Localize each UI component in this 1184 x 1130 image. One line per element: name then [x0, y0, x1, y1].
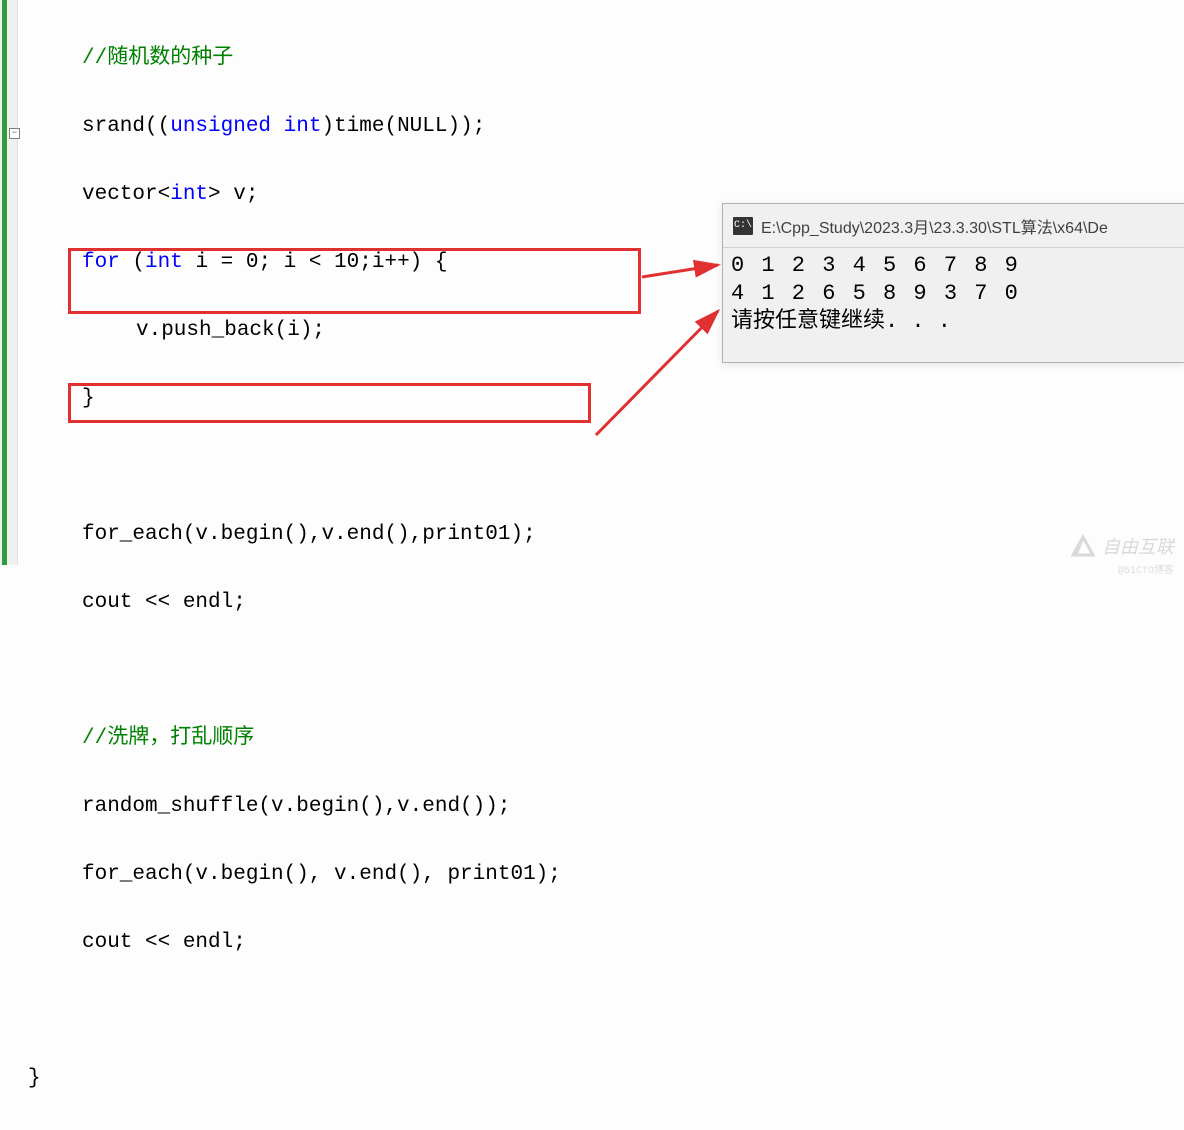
change-marker-bar — [2, 0, 7, 565]
code-editor-content[interactable]: //随机数的种子 srand((unsigned int)time(NULL))… — [28, 8, 561, 1130]
code-line: cout << endl; — [28, 926, 561, 960]
code-line: random_shuffle(v.begin(),v.end()); — [28, 790, 561, 824]
code-line: vector<int> v; — [28, 178, 561, 212]
watermark-subtext: @51CTO博客 — [1118, 561, 1174, 577]
code-line: } — [28, 1062, 561, 1096]
console-title-text: E:\Cpp_Study\2023.3月\23.3.30\STL算法\x64\D… — [761, 214, 1108, 238]
code-line: } — [28, 382, 561, 416]
arrow-icon — [640, 255, 730, 285]
code-blank-line — [28, 654, 561, 688]
console-line: 4 1 2 6 5 8 9 3 7 0 — [731, 280, 1176, 308]
code-comment: //随机数的种子 — [82, 47, 233, 70]
arrow-icon — [590, 303, 730, 443]
console-output[interactable]: 0 1 2 3 4 5 6 7 8 9 4 1 2 6 5 8 9 3 7 0 … — [723, 248, 1184, 340]
code-blank-line — [28, 450, 561, 484]
code-comment: //洗牌，打乱顺序 — [82, 727, 254, 750]
code-line: for_each(v.begin(), v.end(), print01); — [28, 858, 561, 892]
fold-toggle-icon[interactable]: − — [9, 128, 20, 139]
watermark: 自由互联 — [1070, 533, 1174, 559]
console-line: 请按任意键继续. . . — [731, 308, 1176, 336]
console-window: C:\ E:\Cpp_Study\2023.3月\23.3.30\STL算法\x… — [722, 203, 1184, 363]
code-line: for_each(v.begin(),v.end(),print01); — [28, 518, 561, 552]
console-titlebar[interactable]: C:\ E:\Cpp_Study\2023.3月\23.3.30\STL算法\x… — [723, 204, 1184, 248]
code-line: cout << endl; — [28, 586, 561, 620]
code-line: srand((unsigned int)time(NULL)); — [28, 110, 561, 144]
terminal-icon: C:\ — [733, 217, 753, 235]
console-line: 0 1 2 3 4 5 6 7 8 9 — [731, 252, 1176, 280]
watermark-logo-icon — [1070, 533, 1096, 559]
editor-gutter: − — [0, 0, 18, 565]
code-blank-line — [28, 994, 561, 1028]
code-line: v.push_back(i); — [28, 314, 561, 348]
code-line: for (int i = 0; i < 10;i++) { — [28, 246, 561, 280]
